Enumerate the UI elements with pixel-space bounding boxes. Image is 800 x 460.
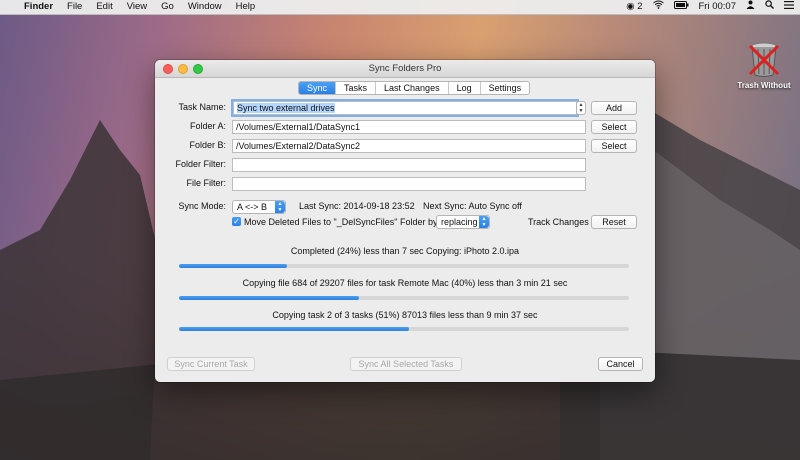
sync-mode-popup[interactable]: A <-> B ▲ ▼ <box>232 200 286 214</box>
replacing-value: replacing <box>441 217 478 227</box>
tab-log[interactable]: Log <box>449 82 481 94</box>
menu-bar: Finder File Edit View Go Window Help ◉ 2… <box>0 0 800 15</box>
task-name-label: Task Name: <box>178 102 226 112</box>
progress-fill <box>179 327 409 331</box>
progress-bar-tasks <box>179 327 629 331</box>
tab-sync[interactable]: Sync <box>299 82 337 94</box>
file-filter-field[interactable] <box>232 177 586 191</box>
task-name-value: Sync two external drives <box>237 103 335 113</box>
app-menu[interactable]: Finder <box>17 0 60 14</box>
window-title: Sync Folders Pro <box>368 63 442 74</box>
minimize-window-button[interactable] <box>178 64 188 74</box>
reset-button[interactable]: Reset <box>591 215 637 229</box>
user-icon[interactable] <box>741 0 760 14</box>
spotlight-search-icon[interactable] <box>760 0 779 14</box>
popup-arrows-icon: ▲ ▼ <box>479 216 489 228</box>
window-titlebar[interactable]: Sync Folders Pro <box>155 60 655 78</box>
progress-bar-current <box>179 264 629 268</box>
menu-window[interactable]: Window <box>181 0 229 14</box>
tab-bar: Sync Tasks Last Changes Log Settings <box>298 81 531 95</box>
popup-arrows-icon: ▲ ▼ <box>275 201 285 213</box>
task-name-field[interactable]: Sync two external drives <box>233 101 577 115</box>
sync-status-item[interactable]: ◉ 2 <box>621 0 647 14</box>
menu-file[interactable]: File <box>60 0 89 14</box>
sync-mode-label: Sync Mode: <box>178 201 226 211</box>
folder-b-field[interactable]: /Volumes/External2/DataSync2 <box>232 139 586 153</box>
trash-without-label: Trash Without <box>737 81 791 90</box>
sync-mode-value: A <-> B <box>237 202 268 212</box>
tab-last-changes[interactable]: Last Changes <box>376 82 449 94</box>
trash-can-icon <box>744 38 784 78</box>
progress-bar-files <box>179 296 629 300</box>
battery-icon[interactable] <box>669 0 694 14</box>
replacing-popup[interactable]: replacing ▲ ▼ <box>436 215 490 229</box>
last-sync-text: Last Sync: 2014-09-18 23:52 <box>299 201 415 211</box>
sync-all-selected-tasks-button[interactable]: Sync All Selected Tasks <box>350 357 462 371</box>
progress-fill <box>179 296 359 300</box>
wifi-icon[interactable] <box>648 0 669 14</box>
folder-a-label: Folder A: <box>189 121 226 131</box>
file-filter-label: File Filter: <box>186 178 226 188</box>
task-name-stepper[interactable]: ▲ ▼ <box>576 101 586 115</box>
folder-filter-label: Folder Filter: <box>175 159 226 169</box>
add-button[interactable]: Add <box>591 101 637 115</box>
select-folder-b-button[interactable]: Select <box>591 139 637 153</box>
sync-status-icon: ◉ <box>626 1 635 12</box>
close-window-button[interactable] <box>163 64 173 74</box>
folder-a-field[interactable]: /Volumes/External1/DataSync1 <box>232 120 586 134</box>
folder-filter-field[interactable] <box>232 158 586 172</box>
zoom-window-button[interactable] <box>193 64 203 74</box>
progress-text-current: Completed (24%) less than 7 sec Copying:… <box>290 246 520 256</box>
menu-go[interactable]: Go <box>154 0 181 14</box>
move-deleted-checkbox[interactable]: ✓ <box>232 217 241 226</box>
progress-fill <box>179 264 287 268</box>
progress-text-tasks: Copying task 2 of 3 tasks (51%) 87013 fi… <box>272 310 538 320</box>
track-changes-label: Track Changes <box>528 217 589 227</box>
trash-without-desktop-icon[interactable]: Trash Without <box>736 38 792 90</box>
tab-settings[interactable]: Settings <box>481 82 530 94</box>
cancel-button[interactable]: Cancel <box>598 357 643 371</box>
select-folder-a-button[interactable]: Select <box>591 120 637 134</box>
progress-text-files: Copying file 684 of 29207 files for task… <box>242 278 568 288</box>
next-sync-text: Next Sync: Auto Sync off <box>423 201 522 211</box>
sync-status-count: 2 <box>637 1 643 12</box>
folder-b-label: Folder B: <box>189 140 226 150</box>
notification-center-icon[interactable] <box>779 0 800 14</box>
move-deleted-label: Move Deleted Files to "_DelSyncFiles" Fo… <box>244 217 440 227</box>
menu-help[interactable]: Help <box>229 0 263 14</box>
sync-current-task-button[interactable]: Sync Current Task <box>167 357 255 371</box>
sync-folders-pro-window: Sync Folders Pro Sync Tasks Last Changes… <box>155 60 655 382</box>
menu-edit[interactable]: Edit <box>89 0 119 14</box>
tab-tasks[interactable]: Tasks <box>336 82 377 94</box>
clock[interactable]: Fri 00:07 <box>694 0 742 14</box>
menu-view[interactable]: View <box>120 0 154 14</box>
